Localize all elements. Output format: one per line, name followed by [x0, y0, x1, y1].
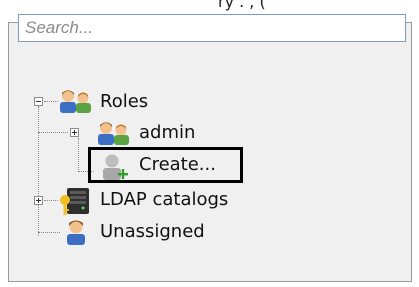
expand-admin-button[interactable]	[70, 128, 79, 137]
tree-connector	[44, 101, 58, 102]
search-input[interactable]	[18, 14, 406, 42]
tree-node-ldap[interactable]: LDAP catalogs	[100, 188, 228, 212]
ldap-label: LDAP catalogs	[100, 189, 229, 210]
tree-node-admin[interactable]: admin	[139, 121, 195, 145]
top-caption-text: ry . , (	[218, 0, 266, 11]
expand-ldap-button[interactable]	[34, 196, 43, 205]
tree-connector	[38, 132, 68, 133]
tree-connector	[38, 106, 39, 236]
tree-connector	[44, 200, 58, 201]
roles-label: Roles	[100, 91, 149, 112]
admin-group-icon	[98, 122, 129, 145]
collapse-roles-button[interactable]	[34, 97, 43, 106]
top-caption: ry . , (	[0, 0, 419, 12]
tree-connector	[38, 232, 60, 233]
unassigned-user-icon	[67, 220, 85, 245]
roles-group-icon	[60, 90, 91, 113]
create-highlight-box	[88, 147, 243, 183]
tree-node-unassigned[interactable]: Unassigned	[100, 220, 205, 244]
admin-label: admin	[139, 122, 196, 143]
tree-node-roles[interactable]: Roles	[100, 90, 148, 114]
unassigned-label: Unassigned	[100, 221, 205, 242]
ldap-server-icon	[60, 188, 89, 215]
tree-connector	[78, 138, 79, 172]
